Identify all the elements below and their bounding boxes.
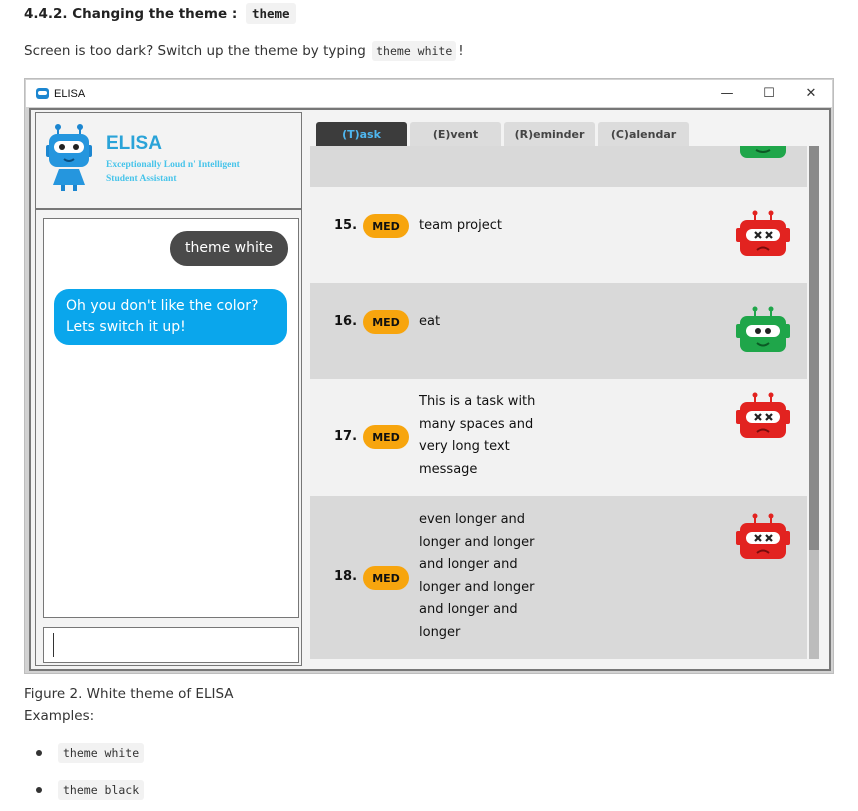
- examples-label: Examples:: [24, 708, 95, 724]
- task-row[interactable]: 17. MED This is a task with many spaces …: [310, 379, 807, 496]
- task-description: even longer and longer and longer and lo…: [419, 512, 535, 640]
- figure-caption: Figure 2. White theme of ELISA Examples:: [24, 683, 234, 727]
- tab-task[interactable]: (T)ask: [316, 122, 407, 146]
- close-button[interactable]: ✕: [790, 80, 832, 107]
- intro-paragraph: Screen is too dark? Switch up the theme …: [24, 41, 464, 61]
- user-message-bubble: theme white: [170, 231, 288, 266]
- section-heading-code: theme: [245, 3, 296, 24]
- elisa-robot-mascot-icon: [46, 124, 92, 191]
- bullet-icon: [36, 750, 42, 756]
- priority-badge: MED: [363, 425, 409, 449]
- example-item: theme white: [36, 743, 145, 763]
- priority-badge: MED: [363, 214, 409, 238]
- intro-code: theme white: [372, 41, 457, 61]
- app-client-area: ELISA Exceptionally Loud n' Intelligent …: [29, 108, 831, 671]
- intro-text: Screen is too dark? Switch up the theme …: [24, 43, 366, 59]
- task-number: 16.: [334, 314, 358, 329]
- scrollbar-thumb[interactable]: [809, 146, 819, 550]
- elisa-window: ELISA — ☐ ✕ ELISA Exceptionally Loud n' …: [24, 78, 834, 674]
- task-row[interactable]: 15. MED team project: [310, 187, 807, 283]
- task-row[interactable]: 18. MED even longer and longer and longe…: [310, 496, 807, 659]
- logo-tagline-line-2: Student Assistant: [106, 174, 177, 184]
- logo-title: ELISA: [106, 133, 162, 154]
- section-heading-text: 4.4.2. Changing the theme :: [24, 6, 238, 22]
- chat-history-panel[interactable]: theme white Oh you don't like the color?…: [43, 218, 299, 618]
- task-list-scrollbar[interactable]: [809, 146, 819, 659]
- green-robot-icon: [740, 146, 786, 158]
- maximize-button[interactable]: ☐: [748, 80, 790, 107]
- logo-panel: ELISA Exceptionally Loud n' Intelligent …: [35, 112, 302, 209]
- elisa-reply-bubble: Oh you don't like the color? Lets switch…: [54, 289, 287, 345]
- text-caret: [53, 633, 54, 657]
- example-item: theme black: [36, 780, 145, 800]
- caption-text: Figure 2. White theme of ELISA: [24, 686, 234, 702]
- example-code: theme black: [58, 780, 145, 800]
- priority-badge: MED: [363, 566, 409, 590]
- chat-frame: theme white Oh you don't like the color?…: [35, 209, 302, 666]
- task-number: 15.: [334, 218, 358, 233]
- window-title: ELISA: [54, 87, 86, 100]
- task-list[interactable]: 15. MED team project 16. MED eat 17. MED…: [310, 146, 807, 659]
- task-description: This is a task with many spaces and very…: [419, 394, 536, 477]
- task-description: eat: [419, 314, 441, 329]
- tab-event[interactable]: (E)vent: [410, 122, 501, 146]
- example-code: theme white: [58, 743, 145, 763]
- red-robot-icon: [736, 513, 790, 559]
- minimize-button[interactable]: —: [706, 80, 748, 107]
- window-titlebar[interactable]: ELISA — ☐ ✕: [26, 80, 832, 107]
- tab-calendar[interactable]: (C)alendar: [598, 122, 689, 146]
- intro-end: !: [458, 43, 464, 59]
- app-robot-icon: [36, 88, 49, 99]
- command-input[interactable]: [43, 627, 299, 663]
- section-heading: 4.4.2. Changing the theme : theme: [24, 3, 296, 24]
- tab-bar: (T)ask (E)vent (R)eminder (C)alendar: [316, 122, 692, 146]
- bullet-icon: [36, 787, 42, 793]
- priority-badge: MED: [363, 310, 409, 334]
- task-row-partial[interactable]: [310, 146, 807, 187]
- task-number: 17.: [334, 429, 358, 444]
- logo-tagline-line-1: Exceptionally Loud n' Intelligent: [106, 160, 240, 170]
- red-robot-icon: [736, 392, 790, 438]
- task-description: team project: [419, 218, 502, 233]
- logo-tagline: Exceptionally Loud n' Intelligent Studen…: [106, 158, 240, 186]
- task-number: 18.: [334, 569, 358, 584]
- tab-reminder[interactable]: (R)eminder: [504, 122, 595, 146]
- task-row[interactable]: 16. MED eat: [310, 283, 807, 379]
- red-robot-icon: [736, 210, 790, 256]
- green-robot-icon: [736, 306, 790, 352]
